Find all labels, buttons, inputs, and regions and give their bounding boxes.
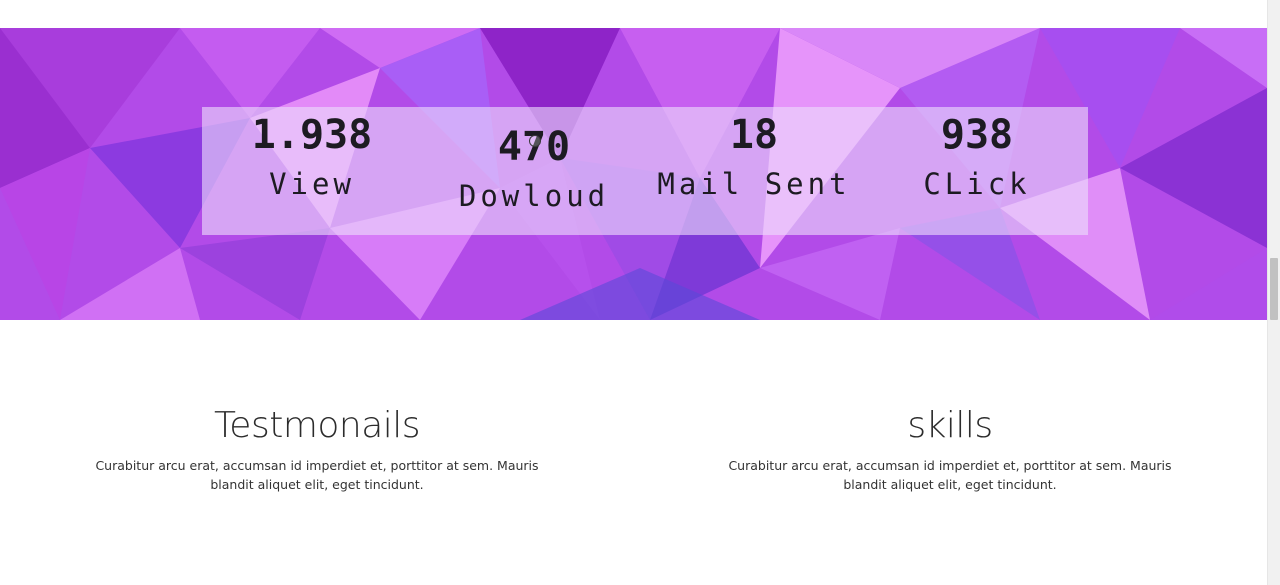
stat-click: 938 CLick [902, 115, 1052, 199]
stats-band: 1.938 View 470 Dowloud 18 Mail Sent 938 … [0, 28, 1267, 320]
section-text: Curabitur arcu erat, accumsan id imperdi… [728, 458, 1172, 492]
skills-section: skills Curabitur arcu erat, accumsan id … [705, 404, 1195, 494]
stat-label: CLick [923, 167, 1031, 201]
mouse-cursor-icon [529, 135, 541, 147]
section-title: Testmonails [213, 405, 421, 446]
stats-panel: 1.938 View 470 Dowloud 18 Mail Sent 938 … [202, 107, 1088, 235]
section-title: skills [907, 405, 993, 446]
testimonials-section: Testmonails Curabitur arcu erat, accumsa… [72, 404, 562, 494]
vertical-scrollbar[interactable] [1267, 0, 1280, 585]
stat-value: 938 [940, 112, 1014, 158]
stat-label: Mail Sent [657, 167, 851, 201]
section-text: Curabitur arcu erat, accumsan id imperdi… [95, 458, 539, 492]
stat-value: 1.938 [251, 112, 373, 158]
stat-value: 18 [729, 112, 779, 158]
stat-view: 1.938 View [242, 115, 382, 199]
stat-value: 470 [497, 124, 571, 170]
stat-label: Dowloud [458, 179, 610, 213]
page: 1.938 View 470 Dowloud 18 Mail Sent 938 … [0, 0, 1267, 585]
scrollbar-thumb[interactable] [1270, 258, 1278, 320]
stat-mail-sent: 18 Mail Sent [654, 115, 854, 199]
stat-label: View [269, 167, 355, 201]
